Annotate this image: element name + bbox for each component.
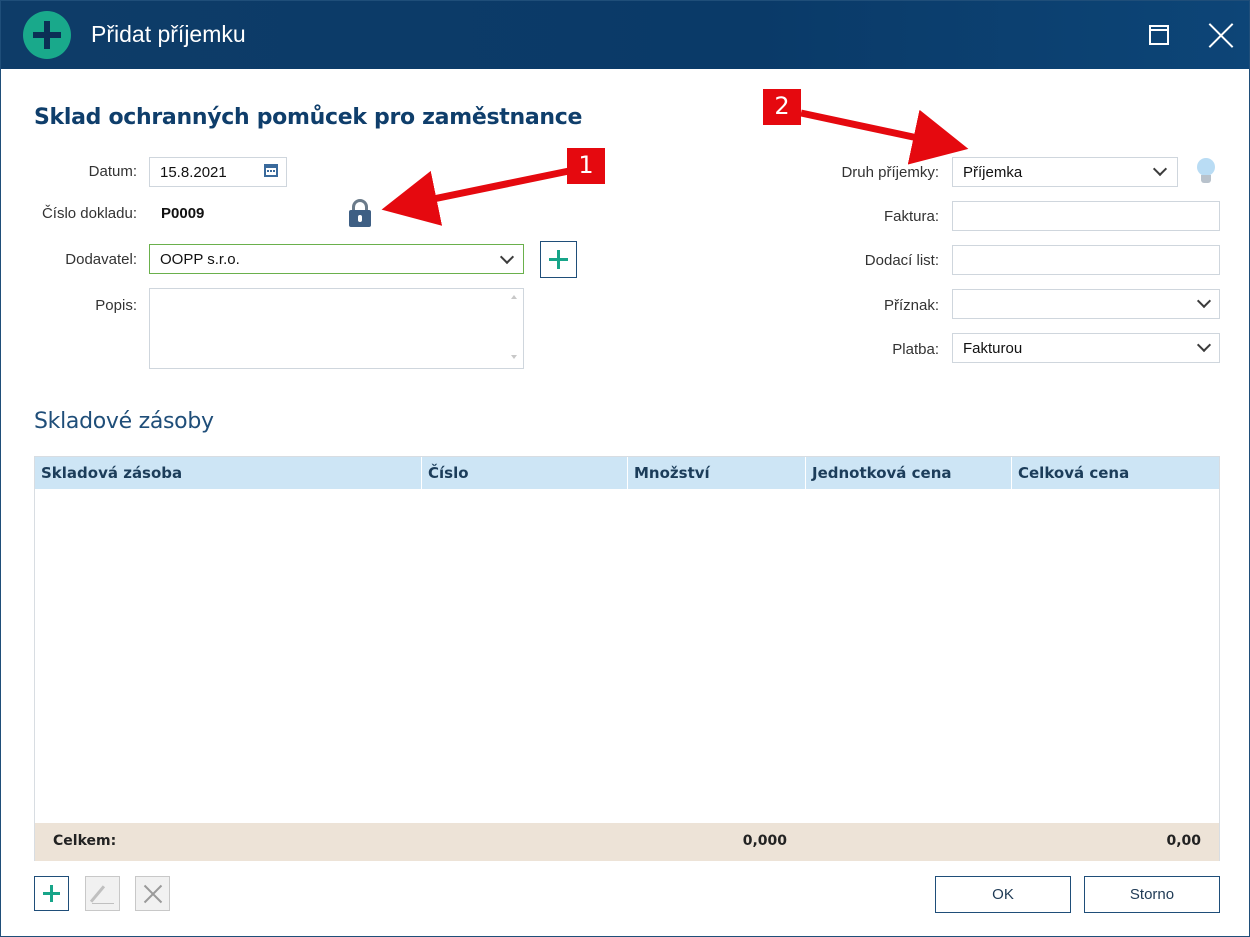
payment-value: Fakturou [963, 340, 1023, 357]
cancel-button[interactable]: Storno [1084, 876, 1220, 913]
ok-button[interactable]: OK [935, 876, 1071, 913]
description-textarea[interactable] [149, 288, 524, 369]
column-number[interactable]: Číslo [421, 457, 627, 489]
scroll-up-icon[interactable] [511, 295, 517, 299]
receipt-type-label: Druh příjemky: [841, 164, 939, 181]
edit-icon [89, 885, 106, 903]
add-supplier-button[interactable] [540, 241, 577, 278]
description-label: Popis: [95, 297, 137, 314]
maximize-icon[interactable] [1149, 25, 1169, 45]
total-label: Celkem: [53, 833, 117, 849]
supplier-select[interactable]: OOPP s.r.o. [149, 244, 524, 274]
payment-select[interactable]: Fakturou [952, 333, 1220, 363]
column-total-price[interactable]: Celková cena [1011, 457, 1219, 489]
add-row-button[interactable] [34, 876, 69, 911]
doc-number-label: Číslo dokladu: [41, 205, 137, 222]
supplier-label: Dodavatel: [65, 251, 137, 268]
callout-arrow-1 [381, 167, 570, 226]
flag-label: Příznak: [883, 297, 939, 314]
callout-badge-2: 2 [763, 89, 801, 125]
add-icon [23, 11, 71, 59]
column-stock-item[interactable]: Skladová zásoba [35, 457, 421, 489]
column-quantity[interactable]: Množství [627, 457, 805, 489]
quantity-total: 0,000 [742, 833, 787, 849]
window-title: Přidat příjemku [91, 21, 246, 47]
doc-number-value: P0009 [161, 205, 205, 222]
delete-row-button[interactable] [135, 876, 170, 911]
date-label: Datum: [88, 163, 137, 180]
supplier-value: OOPP s.r.o. [160, 251, 240, 268]
column-unit-price[interactable]: Jednotková cena [805, 457, 1011, 489]
scroll-down-icon[interactable] [511, 355, 517, 359]
payment-label: Platba: [892, 341, 939, 358]
callout-badge-1: 1 [567, 148, 605, 184]
table-footer: Celkem: 0,000 0,00 [35, 823, 1219, 861]
invoice-field[interactable] [952, 201, 1220, 231]
price-total: 0,00 [1166, 833, 1201, 849]
edit-row-button[interactable] [85, 876, 120, 911]
table-header: Skladová zásoba Číslo Množství Jednotkov… [35, 457, 1219, 489]
close-icon[interactable] [1205, 19, 1237, 51]
date-value: 15.8.2021 [160, 164, 227, 181]
title-bar: Přidat příjemku [1, 1, 1249, 69]
callout-arrow-2 [800, 109, 969, 165]
delivery-note-field[interactable] [952, 245, 1220, 275]
stock-table[interactable]: Skladová zásoba Číslo Množství Jednotkov… [34, 456, 1220, 861]
lock-icon[interactable] [349, 199, 371, 227]
receipt-type-value: Příjemka [963, 164, 1023, 181]
delivery-note-label: Dodací list: [864, 252, 939, 269]
lightbulb-icon[interactable] [1195, 158, 1217, 186]
stock-section-title: Skladové zásoby [34, 409, 214, 434]
add-receipt-dialog: Přidat příjemku Sklad ochranných pomůcek… [0, 0, 1250, 937]
receipt-type-select[interactable]: Příjemka [952, 157, 1178, 187]
calendar-icon[interactable] [264, 164, 278, 177]
invoice-label: Faktura: [883, 208, 939, 225]
flag-select[interactable] [952, 289, 1220, 319]
page-title: Sklad ochranných pomůcek pro zaměstnance [34, 105, 583, 130]
